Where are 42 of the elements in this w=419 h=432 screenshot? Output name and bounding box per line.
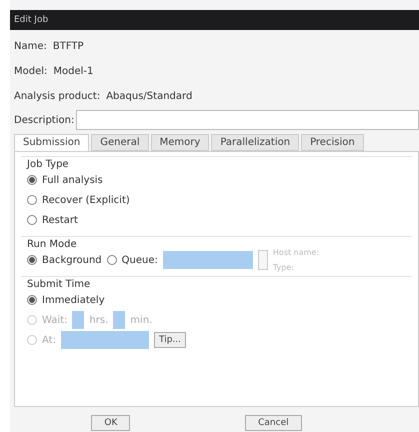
option-label: Immediately — [42, 294, 105, 306]
field-label: Description: — [14, 114, 74, 126]
cancel-button[interactable]: Cancel — [245, 415, 302, 431]
hours-field[interactable] — [72, 311, 84, 329]
description-field[interactable] — [76, 110, 419, 130]
field-value: Abaqus/Standard — [106, 91, 192, 102]
field-label: Name: — [14, 41, 47, 52]
time-field[interactable] — [60, 331, 149, 349]
tab[interactable]: Parallelization — [211, 134, 300, 151]
minutes-field[interactable] — [113, 311, 126, 329]
option-label: Background — [42, 254, 102, 266]
radio-button[interactable] — [27, 175, 37, 185]
group-title: Submit Time — [27, 279, 92, 290]
tab[interactable]: General — [91, 134, 149, 151]
field-label: Model: — [14, 66, 48, 77]
window-title: Edit Job — [10, 10, 419, 30]
option-label: At: — [42, 334, 56, 346]
field-value: Model-1 — [53, 66, 94, 77]
group-title: Job Type — [27, 159, 70, 170]
radio-button[interactable] — [27, 295, 37, 305]
tab[interactable]: Submission — [14, 134, 90, 151]
radio-button[interactable] — [27, 255, 37, 265]
field-value: BTFTP — [52, 41, 84, 52]
radio-button[interactable] — [27, 195, 37, 205]
hours-label: hrs. — [89, 314, 108, 326]
radio-button[interactable] — [27, 215, 37, 225]
host-name-label: Host name: — [272, 248, 320, 257]
option-label: Recover (Explicit) — [42, 194, 130, 206]
spin-control[interactable] — [258, 250, 268, 270]
option-label: Restart — [42, 214, 78, 226]
group-title: Run Mode — [27, 239, 78, 250]
tab[interactable]: Memory — [150, 134, 210, 151]
minutes-label: min. — [130, 314, 152, 326]
option-label: Full analysis — [42, 174, 103, 186]
option-label: Queue: — [122, 254, 158, 266]
field-label: Analysis product: — [14, 91, 100, 102]
radio-button[interactable] — [106, 255, 117, 265]
ok-button[interactable]: OK — [91, 415, 130, 431]
queue-field[interactable] — [162, 251, 253, 269]
option-label: Wait: — [42, 314, 68, 326]
type-label: Type: — [272, 263, 295, 272]
tab[interactable]: Precision — [301, 134, 364, 151]
